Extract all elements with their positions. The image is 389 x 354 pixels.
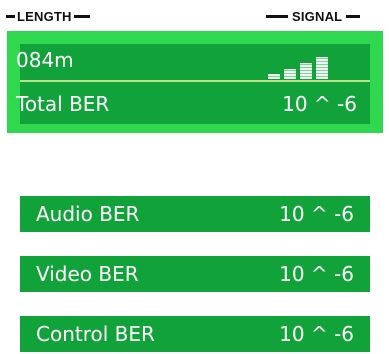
signal-bar (300, 63, 312, 79)
video-ber-value: 10 ^ -6 (279, 262, 354, 286)
cable-length-value: 084m (16, 48, 74, 72)
panel-divider (20, 80, 370, 82)
control-ber-row: Control BER 10 ^ -6 (20, 316, 370, 352)
signal-header-label: SIGNAL (292, 8, 343, 24)
header-dash (6, 14, 15, 18)
control-ber-label: Control BER (36, 322, 155, 346)
signal-bar (268, 74, 280, 79)
header-dash (266, 14, 288, 18)
signal-strength-icon (268, 49, 350, 79)
total-ber-value: 10 ^ -6 (282, 92, 357, 116)
video-ber-row: Video BER 10 ^ -6 (20, 256, 370, 292)
header-dash (73, 14, 90, 18)
control-ber-value: 10 ^ -6 (279, 322, 354, 346)
total-ber-label: Total BER (16, 92, 110, 116)
video-ber-label: Video BER (36, 262, 139, 286)
signal-bar (316, 57, 328, 79)
audio-ber-row: Audio BER 10 ^ -6 (20, 196, 370, 232)
audio-ber-label: Audio BER (36, 202, 140, 226)
length-header-label: LENGTH (17, 8, 72, 24)
header-dash (346, 14, 361, 18)
signal-bar (284, 69, 296, 79)
signal-header: SIGNAL (266, 8, 361, 24)
length-header: LENGTH (6, 8, 90, 24)
audio-ber-value: 10 ^ -6 (279, 202, 354, 226)
